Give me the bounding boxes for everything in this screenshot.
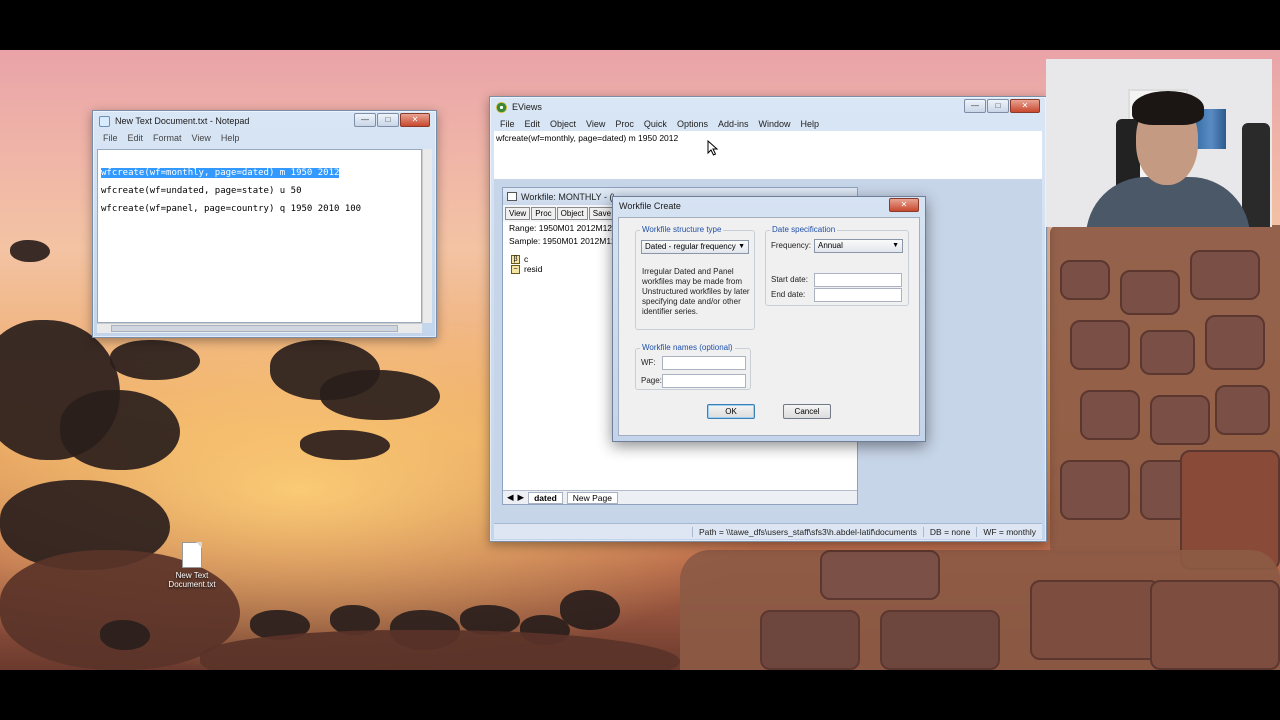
wf-name-field[interactable] — [662, 356, 746, 370]
maximize-button[interactable]: □ — [377, 113, 399, 127]
text-file-icon — [182, 542, 202, 568]
page-name-field[interactable] — [662, 374, 746, 388]
dialog-controls: ✕ — [889, 198, 919, 212]
date-spec-group: Date specification Frequency: Annual ▼ S… — [765, 225, 909, 306]
start-date-label: Start date: — [771, 275, 808, 284]
structure-type-select[interactable]: Dated - regular frequency ▼ — [641, 240, 749, 254]
command-text: wfcreate(wf=monthly, page=dated) m 1950 … — [496, 133, 679, 143]
horizontal-scrollbar[interactable] — [97, 323, 422, 333]
structure-type-value: Dated - regular frequency — [645, 242, 736, 251]
close-button[interactable]: ✕ — [400, 113, 430, 127]
workfile-icon — [507, 192, 517, 201]
dialog-body: Workfile structure type Dated - regular … — [618, 217, 920, 436]
coat-right — [1242, 123, 1270, 227]
chevron-down-icon: ▼ — [892, 242, 899, 249]
minimize-button[interactable]: — — [964, 99, 986, 113]
frequency-label: Frequency: — [771, 241, 812, 250]
eviews-menu-help[interactable]: Help — [801, 119, 820, 129]
end-date-field[interactable] — [814, 288, 902, 302]
chevron-down-icon: ▼ — [738, 243, 745, 250]
eviews-logo-icon — [496, 101, 507, 113]
notepad-window-controls: — □ ✕ — [354, 113, 430, 127]
end-date-label: End date: — [771, 290, 806, 299]
object-name: resid — [524, 264, 543, 274]
workfile-page-tabs: ◀ ▶ dated New Page — [503, 490, 857, 504]
structure-type-group: Workfile structure type Dated - regular … — [635, 225, 755, 330]
series-icon: ~ — [511, 264, 520, 274]
notepad-text-area[interactable]: wfcreate(wf=monthly, page=dated) m 1950 … — [97, 149, 422, 323]
dialog-close-button[interactable]: ✕ — [889, 198, 919, 212]
eviews-titlebar[interactable]: EViews — [490, 97, 1046, 117]
mouse-cursor-icon — [707, 140, 719, 156]
object-name: c — [524, 254, 529, 264]
notepad-menu-view[interactable]: View — [192, 133, 211, 143]
notepad-title: New Text Document.txt - Notepad — [115, 116, 250, 126]
eviews-menu-object[interactable]: Object — [550, 119, 576, 129]
notepad-menu-file[interactable]: File — [103, 133, 118, 143]
tab-new-page[interactable]: New Page — [566, 491, 618, 504]
frequency-value: Annual — [818, 241, 843, 250]
desktop-file-icon[interactable]: New Text Document.txt — [166, 542, 218, 589]
status-wf: WF = monthly — [976, 526, 1042, 537]
eviews-menu-file[interactable]: File — [500, 119, 515, 129]
scrollbar-thumb[interactable] — [111, 325, 398, 332]
page-label: Page: — [641, 376, 662, 385]
workfile-view-button[interactable]: View — [505, 207, 531, 220]
workfile-title: Workfile: MONTHLY - (\ — [521, 191, 616, 202]
notepad-menu-edit[interactable]: Edit — [128, 133, 144, 143]
tab-scroll-left-icon[interactable]: ◀ — [507, 492, 514, 503]
eviews-menu-window[interactable]: Window — [758, 119, 790, 129]
tab-scroll-right-icon[interactable]: ▶ — [518, 492, 525, 503]
eviews-menu-proc[interactable]: Proc — [615, 119, 634, 129]
eviews-menu-addins[interactable]: Add-ins — [718, 119, 749, 129]
eviews-title: EViews — [512, 102, 542, 112]
beta-icon: β — [511, 254, 520, 264]
workfile-names-group: Workfile names (optional) WF: Page: — [635, 343, 751, 390]
start-date-field[interactable] — [814, 273, 902, 287]
notepad-menubar: File Edit Format View Help — [103, 133, 239, 143]
minimize-button[interactable]: — — [354, 113, 376, 127]
notepad-line: wfcreate(wf=panel, page=country) q 1950 … — [101, 204, 362, 214]
wf-label: WF: — [641, 358, 656, 367]
close-button[interactable]: ✕ — [1010, 99, 1040, 113]
notepad-line: wfcreate(wf=monthly, page=dated) m 1950 … — [101, 164, 418, 182]
eviews-window-controls: — □ ✕ — [964, 99, 1040, 113]
structure-note: Irregular Dated and Panel workfiles may … — [642, 267, 750, 316]
dialog-titlebar[interactable]: Workfile Create — [613, 197, 925, 215]
eviews-menubar: File Edit Object View Proc Quick Options… — [500, 119, 819, 129]
cancel-button[interactable]: Cancel — [783, 404, 831, 419]
vertical-scrollbar[interactable] — [422, 149, 432, 323]
status-db: DB = none — [922, 526, 976, 537]
names-group-title: Workfile names (optional) — [640, 343, 735, 352]
status-path: Path = \\tawe_dfs\users_staff\sfs3\h.abd… — [692, 526, 923, 537]
workfile-object-button[interactable]: Object — [556, 207, 588, 220]
selected-text: wfcreate(wf=monthly, page=dated) m 1950 … — [101, 168, 340, 178]
maximize-button[interactable]: □ — [987, 99, 1009, 113]
status-bar: Path = \\tawe_dfs\users_staff\sfs3\h.abd… — [494, 523, 1042, 539]
notepad-menu-format[interactable]: Format — [153, 133, 182, 143]
eviews-menu-view[interactable]: View — [586, 119, 605, 129]
desktop-icon-label: New Text Document.txt — [168, 571, 216, 589]
eviews-menu-edit[interactable]: Edit — [525, 119, 541, 129]
person-hair — [1132, 91, 1204, 125]
eviews-menu-options[interactable]: Options — [677, 119, 708, 129]
ok-button[interactable]: OK — [707, 404, 755, 419]
structure-group-title: Workfile structure type — [640, 225, 724, 234]
notepad-line: wfcreate(wf=undated, page=state) u 50 — [101, 186, 302, 196]
webcam-overlay — [1046, 59, 1272, 227]
dialog-title: Workfile Create — [619, 201, 681, 211]
workfile-proc-button[interactable]: Proc — [531, 207, 556, 220]
notepad-window: New Text Document.txt - Notepad — □ ✕ Fi… — [92, 110, 437, 338]
notepad-icon — [99, 115, 110, 127]
command-window[interactable]: wfcreate(wf=monthly, page=dated) m 1950 … — [494, 131, 1042, 179]
date-group-title: Date specification — [770, 225, 838, 234]
workfile-create-dialog: Workfile Create ✕ Workfile structure typ… — [612, 196, 926, 442]
tab-dated[interactable]: dated — [528, 491, 563, 504]
notepad-menu-help[interactable]: Help — [221, 133, 240, 143]
eviews-menu-quick[interactable]: Quick — [644, 119, 667, 129]
frequency-select[interactable]: Annual ▼ — [814, 239, 903, 253]
